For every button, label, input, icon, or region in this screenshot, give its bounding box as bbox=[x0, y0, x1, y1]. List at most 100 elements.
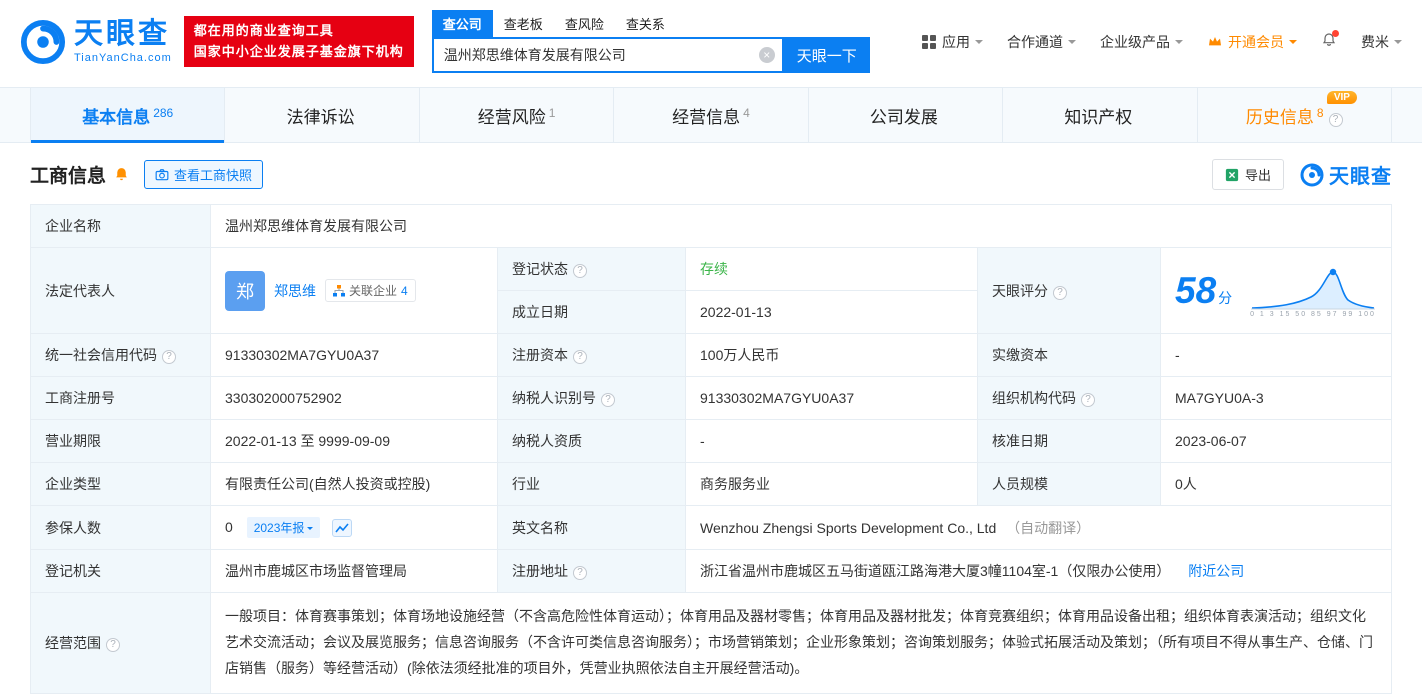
help-icon[interactable] bbox=[601, 393, 615, 407]
notifications-bell-icon[interactable] bbox=[1321, 30, 1339, 51]
taxpayer-id-label: 纳税人识别号 bbox=[497, 376, 686, 420]
company-name-value: 温州郑思维体育发展有限公司 bbox=[210, 204, 1392, 248]
industry-label: 行业 bbox=[497, 462, 686, 506]
label-text: 天眼评分 bbox=[992, 282, 1048, 299]
search-tab-boss[interactable]: 查老板 bbox=[493, 10, 554, 37]
help-icon[interactable] bbox=[573, 350, 587, 364]
annual-report-label: 2023年报 bbox=[253, 521, 305, 535]
label-text: 纳税人资质 bbox=[512, 433, 582, 449]
chevron-down-icon bbox=[1394, 39, 1402, 48]
legal-rep-avatar[interactable]: 郑 bbox=[225, 270, 265, 311]
score-axis-labels: 0 1 3 15 50 85 97 99 100 bbox=[1250, 311, 1376, 318]
help-icon[interactable] bbox=[106, 637, 120, 652]
promo-line1: 都在用的商业查询工具 bbox=[193, 23, 334, 39]
nav-user[interactable]: 费米 bbox=[1361, 32, 1402, 52]
nearby-companies-link[interactable]: 附近公司 bbox=[1188, 563, 1244, 579]
tab-label: 公司发展 bbox=[869, 108, 938, 127]
help-icon[interactable] bbox=[1053, 285, 1067, 300]
insured-count-label: 参保人数 bbox=[30, 505, 211, 550]
legal-rep-label: 法定代表人 bbox=[30, 247, 211, 334]
label-text: 注册资本 bbox=[512, 347, 568, 363]
legal-rep-cell: 郑 郑思维 关联企业 4 bbox=[210, 247, 498, 334]
help-icon[interactable] bbox=[1328, 113, 1343, 127]
tianyancha-logo[interactable]: 天眼查 TianYanCha.com bbox=[20, 19, 172, 65]
reg-address-cell: 浙江省温州市鹿城区五马街道瓯江路海港大厦3幢1104室-1（仅限办公使用） 附近… bbox=[685, 549, 1392, 593]
score-curve-chart: 0 1 3 15 50 85 97 99 100 bbox=[1249, 263, 1377, 318]
nav-user-label: 费米 bbox=[1361, 33, 1389, 50]
row-codes: 统一社会信用代码 91330302MA7GYU0A37 注册资本 100万人民币… bbox=[30, 333, 1392, 377]
chevron-down-icon bbox=[1289, 39, 1297, 48]
reg-capital-label: 注册资本 bbox=[497, 333, 686, 377]
clear-search-icon[interactable] bbox=[758, 47, 775, 63]
nav-cooperation[interactable]: 合作通道 bbox=[1007, 32, 1076, 52]
search-tab-company[interactable]: 查公司 bbox=[431, 10, 493, 37]
related-companies-badge[interactable]: 关联企业 4 bbox=[325, 279, 416, 302]
tab-history-info[interactable]: VIP 历史信息 8 bbox=[1198, 88, 1392, 142]
reg-authority-label: 登记机关 bbox=[30, 549, 211, 593]
help-icon[interactable] bbox=[573, 566, 587, 580]
label-text: 统一社会信用代码 bbox=[45, 347, 157, 363]
label-text: 企业名称 bbox=[45, 218, 101, 234]
trend-chart-icon[interactable] bbox=[332, 519, 353, 538]
row-business-scope: 经营范围 一般项目：体育赛事策划；体育场地设施经营（不含高危险性体育运动）；体育… bbox=[30, 592, 1392, 694]
credit-code-label: 统一社会信用代码 bbox=[30, 333, 211, 377]
company-name-label: 企业名称 bbox=[30, 204, 211, 248]
tab-label: 历史信息 bbox=[1245, 108, 1314, 127]
nav-vip-label: 开通会员 bbox=[1228, 33, 1284, 50]
tab-label: 基本信息 bbox=[82, 108, 151, 127]
logo-text-block: 天眼查 TianYanCha.com bbox=[74, 19, 172, 64]
search-input[interactable] bbox=[431, 37, 784, 73]
label-text: 参保人数 bbox=[45, 519, 101, 536]
top-nav: 应用 合作通道 企业级产品 开通会员 费米 bbox=[921, 30, 1402, 52]
label-text: 注册地址 bbox=[512, 563, 568, 579]
reg-address-label: 注册地址 bbox=[497, 549, 686, 593]
export-button[interactable]: 导出 bbox=[1211, 159, 1284, 190]
label-text: 实缴资本 bbox=[992, 347, 1048, 363]
help-icon[interactable] bbox=[573, 264, 587, 278]
nav-vip[interactable]: 开通会员 bbox=[1207, 32, 1297, 52]
related-companies-count: 4 bbox=[401, 283, 408, 298]
label-text: 经营范围 bbox=[45, 634, 101, 651]
tab-basic-info[interactable]: 基本信息 286 bbox=[30, 88, 226, 143]
label-text: 人员规模 bbox=[992, 476, 1048, 492]
nav-enterprise-products[interactable]: 企业级产品 bbox=[1100, 32, 1183, 52]
org-chart-icon bbox=[333, 284, 345, 296]
score-cell: 58 分 0 1 3 15 50 85 97 99 100 bbox=[1160, 247, 1392, 334]
tianyancha-logo-icon bbox=[20, 19, 66, 65]
search-tab-risk[interactable]: 查风险 bbox=[554, 10, 615, 37]
tab-operation-info[interactable]: 经营信息 4 bbox=[614, 88, 809, 142]
help-icon[interactable] bbox=[1081, 393, 1095, 407]
annual-report-badge[interactable]: 2023年报 bbox=[246, 517, 321, 538]
tab-operation-risk[interactable]: 经营风险 1 bbox=[420, 88, 615, 142]
nav-enterprise-label: 企业级产品 bbox=[1100, 33, 1170, 50]
tab-count: 286 bbox=[153, 106, 174, 120]
snapshot-button[interactable]: 查看工商快照 bbox=[144, 160, 264, 189]
row-legal-rep: 法定代表人 郑 郑思维 关联企业 4 登记状态 存续 天眼评分 bbox=[30, 247, 1392, 334]
row-company-type: 企业类型 有限责任公司(自然人投资或控股) 行业 商务服务业 人员规模 0人 bbox=[30, 462, 1392, 506]
search-tab-relation[interactable]: 查关系 bbox=[615, 10, 676, 37]
legal-rep-name-link[interactable]: 郑思维 bbox=[274, 281, 316, 301]
taxpayer-quality-label: 纳税人资质 bbox=[497, 419, 686, 463]
tab-count: 1 bbox=[548, 106, 556, 120]
nav-apps[interactable]: 应用 bbox=[921, 32, 983, 52]
reg-status-cell: 存续 bbox=[685, 247, 978, 291]
help-icon[interactable] bbox=[162, 350, 176, 364]
search-button[interactable]: 天眼一下 bbox=[783, 37, 870, 73]
tab-label: 知识产权 bbox=[1064, 108, 1133, 127]
section-title: 工商信息 bbox=[30, 166, 107, 187]
taxpayer-quality-value: - bbox=[685, 419, 978, 463]
brand-name: 天眼查 bbox=[1329, 166, 1392, 188]
tab-intellectual-property[interactable]: 知识产权 bbox=[1003, 88, 1198, 142]
search-block: 查公司 查老板 查风险 查关系 天眼一下 bbox=[431, 10, 870, 73]
business-scope-value: 一般项目：体育赛事策划；体育场地设施经营（不含高危险性体育运动）；体育用品及器材… bbox=[210, 592, 1392, 694]
alert-bell-icon[interactable] bbox=[113, 166, 130, 183]
tab-legal-proceedings[interactable]: 法律诉讼 bbox=[225, 88, 420, 142]
tab-company-development[interactable]: 公司发展 bbox=[809, 88, 1004, 142]
staff-size-label: 人员规模 bbox=[977, 462, 1161, 506]
logo-domain: TianYanCha.com bbox=[74, 51, 172, 64]
paid-capital-label: 实缴资本 bbox=[977, 333, 1161, 377]
chevron-down-icon bbox=[1068, 39, 1076, 48]
insured-count-cell: 0 2023年报 bbox=[210, 505, 498, 550]
label-text: 英文名称 bbox=[512, 519, 568, 536]
credit-code-value: 91330302MA7GYU0A37 bbox=[210, 333, 498, 377]
